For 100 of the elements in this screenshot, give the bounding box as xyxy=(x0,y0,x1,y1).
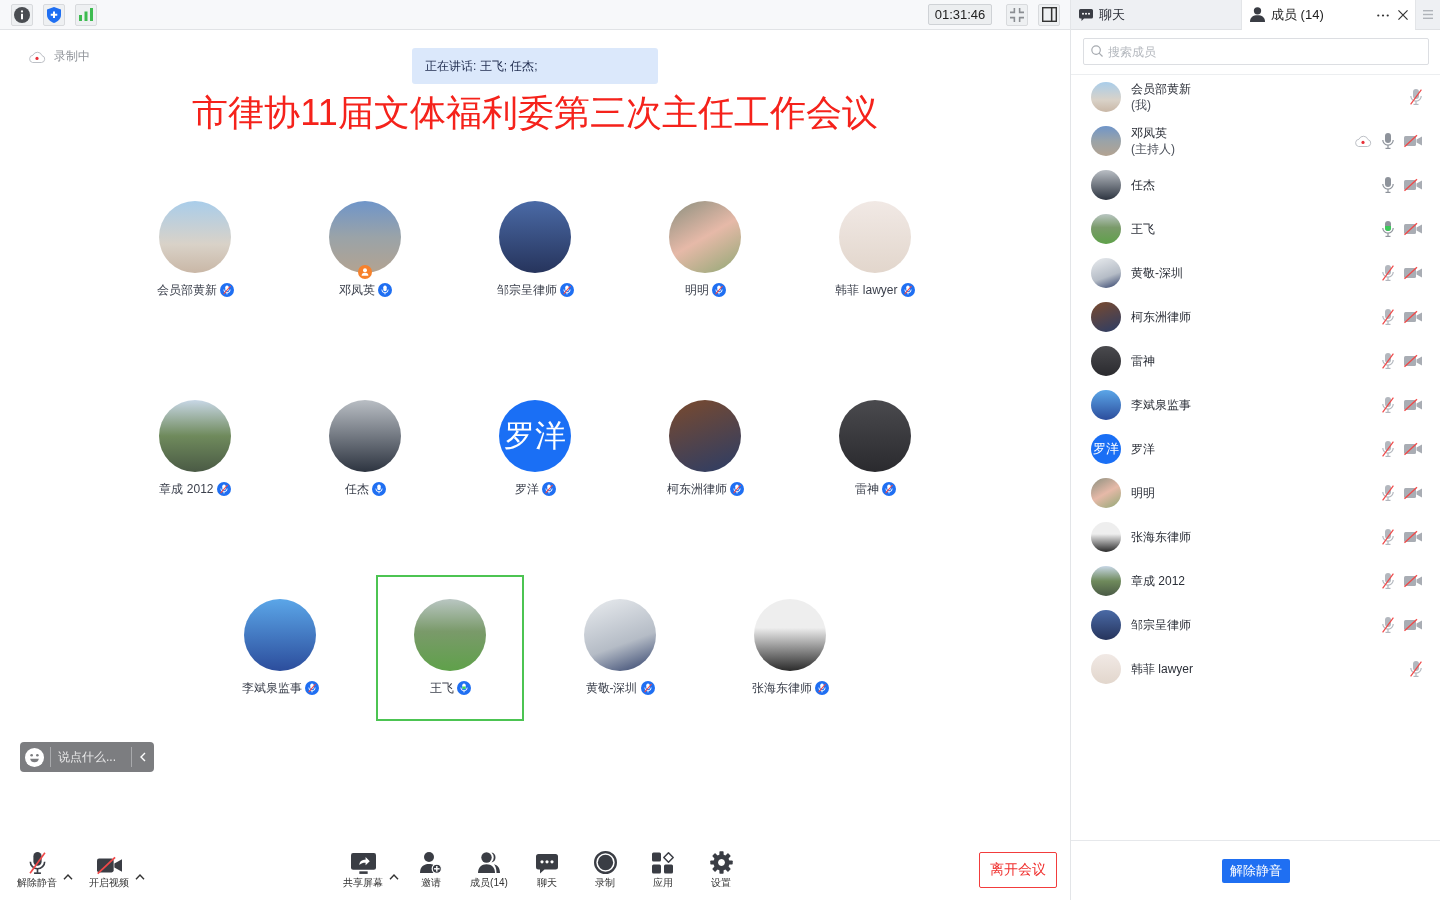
message-input[interactable]: 说点什么... xyxy=(58,750,128,764)
camera-off-icon[interactable] xyxy=(1404,355,1422,367)
member-name: 张海东律师 xyxy=(1131,529,1192,545)
avatar-photo xyxy=(1091,522,1121,552)
camera-off-icon[interactable] xyxy=(1404,443,1422,455)
member-name: 柯东洲律师 xyxy=(1131,309,1192,325)
record-button[interactable]: 录制 xyxy=(579,848,631,892)
avatar-photo xyxy=(1091,302,1121,332)
mic-button[interactable]: 解除静音 xyxy=(11,848,63,892)
info-button[interactable] xyxy=(11,3,33,26)
participant-name: 邓凤英 xyxy=(338,283,375,297)
member-name: 章成 2012 xyxy=(1131,573,1187,589)
mic-icon[interactable] xyxy=(1382,177,1394,193)
camera-off-icon[interactable] xyxy=(1404,487,1422,499)
camera-off-icon[interactable] xyxy=(1404,223,1422,235)
chat-bubble-icon xyxy=(536,854,558,874)
avatar-initials: 罗洋 xyxy=(1091,434,1121,464)
mic-muted-icon[interactable] xyxy=(1382,397,1394,413)
chevron-left-icon[interactable] xyxy=(140,752,146,762)
camera-button[interactable]: 开启视频 xyxy=(83,848,135,892)
member-role: (我) xyxy=(1131,97,1152,113)
chat-button[interactable]: 聊天 xyxy=(521,848,573,892)
mic-muted-icon[interactable] xyxy=(1382,441,1394,457)
member-name: 王飞 xyxy=(1131,221,1156,237)
apps-button[interactable]: 应用 xyxy=(637,848,689,892)
caret-icon[interactable] xyxy=(63,874,73,880)
network-button[interactable] xyxy=(75,3,97,26)
mic-muted-icon[interactable] xyxy=(1382,485,1394,501)
participant-name: 雷神 xyxy=(854,482,879,496)
member-role: (主持人) xyxy=(1131,141,1176,157)
caret-icon[interactable] xyxy=(389,874,399,880)
mic-muted-icon[interactable] xyxy=(1410,661,1422,677)
menu-icon xyxy=(1423,10,1433,19)
participant-name: 李斌泉监事 xyxy=(241,681,302,695)
member-name: 邓凤英 xyxy=(1131,125,1168,141)
mic-muted-icon[interactable] xyxy=(1382,529,1394,545)
member-name: 任杰 xyxy=(1131,177,1156,193)
member-name: 韩菲 lawyer xyxy=(1131,661,1194,677)
invite-button[interactable]: 邀请 xyxy=(405,848,457,892)
avatar-photo xyxy=(1091,478,1121,508)
chat-bubble-icon xyxy=(1079,8,1093,21)
avatar-initials: 罗洋 xyxy=(499,400,571,472)
camera-off-icon[interactable] xyxy=(1404,179,1422,191)
member-name: 罗洋 xyxy=(1131,441,1156,457)
tab[interactable]: 聊天 xyxy=(1071,0,1242,30)
search-field[interactable]: 搜索成员 xyxy=(1083,38,1429,65)
mic-muted-icon[interactable] xyxy=(1382,265,1394,281)
participant-name: 王飞 xyxy=(429,681,454,695)
avatar-photo xyxy=(1091,566,1121,596)
participant-name: 会员部黄新 xyxy=(156,283,217,297)
meeting-title: 市律协11届文体福利委第三次主任工作会议 xyxy=(192,91,878,135)
avatar-photo xyxy=(1091,258,1121,288)
leave-meeting-button[interactable]: 离开会议 xyxy=(979,852,1057,888)
avatar-photo xyxy=(1091,654,1121,684)
caret-icon[interactable] xyxy=(135,874,145,880)
exit-fullscreen-button[interactable] xyxy=(1006,3,1028,26)
people-icon xyxy=(478,852,500,874)
participant-name: 任杰 xyxy=(344,482,369,496)
member-name: 会员部黄新 xyxy=(1131,81,1192,97)
mic-muted-icon[interactable] xyxy=(1382,309,1394,325)
settings-button[interactable]: 设置 xyxy=(695,848,747,892)
info-icon xyxy=(14,6,30,23)
camera-off-icon[interactable] xyxy=(1404,399,1422,411)
mic-icon[interactable] xyxy=(1382,221,1394,237)
avatar-photo xyxy=(1091,390,1121,420)
shield-icon xyxy=(47,6,61,23)
member-name: 邹宗呈律师 xyxy=(1131,617,1192,633)
more-icon[interactable] xyxy=(1377,13,1389,17)
camera-off-icon[interactable] xyxy=(1404,311,1422,323)
camera-off-icon[interactable] xyxy=(1404,267,1422,279)
participant-name: 明明 xyxy=(684,283,709,297)
avatar-photo xyxy=(1091,346,1121,376)
share-screen-button[interactable]: 共享屏幕 xyxy=(337,848,389,892)
search-icon xyxy=(1091,45,1103,57)
person-icon xyxy=(1250,7,1265,22)
sidebar-icon xyxy=(1041,7,1057,22)
members-button[interactable]: 成员(14) xyxy=(463,848,515,892)
cloud-record-icon xyxy=(28,50,46,63)
emoji-icon[interactable] xyxy=(25,747,44,767)
avatar-photo xyxy=(1091,82,1121,112)
avatar-photo xyxy=(1091,214,1121,244)
sidebar-toggle-button[interactable] xyxy=(1038,3,1060,26)
camera-off-icon[interactable] xyxy=(1404,575,1422,587)
screen-share-icon xyxy=(350,853,376,874)
camera-off-icon[interactable] xyxy=(1404,135,1422,147)
unmute-button[interactable]: 解除静音 xyxy=(1221,858,1290,883)
mic-icon[interactable] xyxy=(1382,133,1394,149)
close-icon[interactable] xyxy=(1398,10,1408,20)
mic-muted-icon[interactable] xyxy=(1382,573,1394,589)
security-button[interactable] xyxy=(43,3,65,26)
mic-muted-icon[interactable] xyxy=(1382,617,1394,633)
mic-muted-icon[interactable] xyxy=(1382,353,1394,369)
camera-off-icon[interactable] xyxy=(1404,619,1422,631)
recording-label: 录制中 xyxy=(54,48,90,65)
signal-bars-icon xyxy=(79,8,93,21)
settings-icon xyxy=(709,851,733,874)
camera-off-icon[interactable] xyxy=(1404,531,1422,543)
mic-muted-icon[interactable] xyxy=(1410,89,1422,105)
participant-name: 张海东律师 xyxy=(751,681,812,695)
avatar-photo xyxy=(1091,170,1121,200)
